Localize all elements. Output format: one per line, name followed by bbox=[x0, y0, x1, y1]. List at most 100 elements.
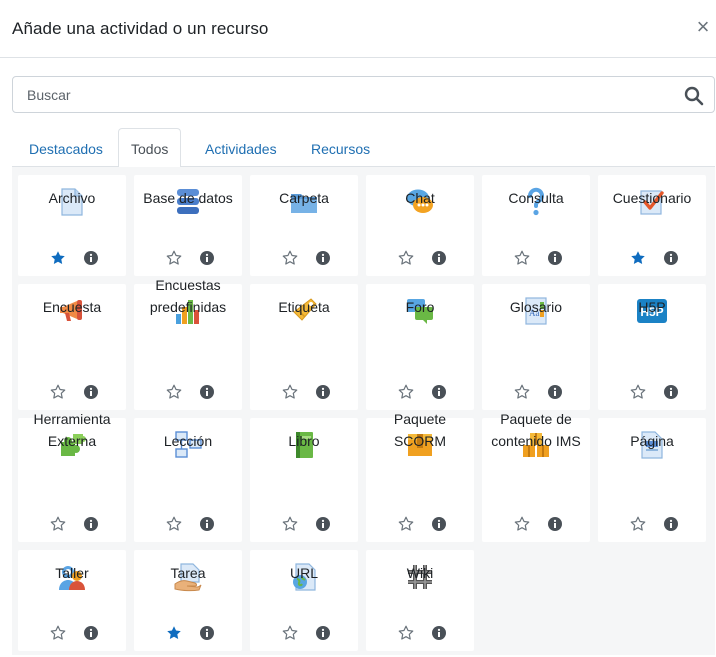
module-actions bbox=[134, 250, 242, 266]
module-card-foro[interactable]: Foro bbox=[366, 284, 474, 410]
close-button[interactable]: × bbox=[693, 16, 713, 40]
module-card-leccion[interactable]: Lección bbox=[134, 418, 242, 542]
info-icon[interactable] bbox=[200, 385, 214, 399]
info-icon[interactable] bbox=[548, 385, 562, 399]
module-actions bbox=[598, 384, 706, 400]
star-outline-icon[interactable] bbox=[166, 516, 182, 532]
module-name: Tarea bbox=[170, 565, 206, 581]
tab-destacados[interactable]: Destacados bbox=[16, 128, 116, 167]
module-name: Consulta bbox=[508, 190, 564, 206]
star-outline-icon[interactable] bbox=[630, 384, 646, 400]
info-icon[interactable] bbox=[664, 251, 678, 265]
info-icon[interactable] bbox=[200, 251, 214, 265]
star-outline-icon[interactable] bbox=[514, 384, 530, 400]
module-actions bbox=[18, 250, 126, 266]
info-icon[interactable] bbox=[432, 517, 446, 531]
module-card-cuestionario[interactable]: Cuestionario bbox=[598, 175, 706, 276]
module-card-taller[interactable]: Taller bbox=[18, 550, 126, 651]
module-card-glosario[interactable]: Aa Glosario bbox=[482, 284, 590, 410]
info-icon[interactable] bbox=[316, 385, 330, 399]
module-actions bbox=[598, 250, 706, 266]
star-outline-icon[interactable] bbox=[166, 250, 182, 266]
star-outline-icon[interactable] bbox=[50, 516, 66, 532]
star-outline-icon[interactable] bbox=[514, 516, 530, 532]
info-icon[interactable] bbox=[664, 517, 678, 531]
info-icon[interactable] bbox=[316, 626, 330, 640]
info-icon[interactable] bbox=[200, 626, 214, 640]
star-outline-icon[interactable] bbox=[398, 384, 414, 400]
module-name: Archivo bbox=[48, 190, 96, 206]
star-filled-icon[interactable] bbox=[630, 250, 646, 266]
module-actions bbox=[250, 516, 358, 532]
info-icon[interactable] bbox=[664, 385, 678, 399]
info-icon[interactable] bbox=[84, 626, 98, 640]
star-outline-icon[interactable] bbox=[282, 384, 298, 400]
module-card-tarea[interactable]: Tarea bbox=[134, 550, 242, 651]
module-card-encuestas-predefinidas[interactable]: Encuestas predefinidas bbox=[134, 277, 242, 410]
info-icon[interactable] bbox=[84, 385, 98, 399]
star-outline-icon[interactable] bbox=[398, 625, 414, 641]
activity-chooser-dialog: Añade una actividad o un recurso × Desta… bbox=[0, 0, 716, 657]
module-name: Herramienta Externa bbox=[33, 411, 111, 449]
module-actions bbox=[366, 384, 474, 400]
search-box bbox=[12, 76, 715, 113]
module-card-archivo[interactable]: Archivo bbox=[18, 175, 126, 276]
module-card-consulta[interactable]: Consulta bbox=[482, 175, 590, 276]
module-name: Libro bbox=[288, 433, 320, 449]
module-card-chat[interactable]: Chat bbox=[366, 175, 474, 276]
module-card-wiki[interactable]: Wiki bbox=[366, 550, 474, 651]
module-actions bbox=[482, 384, 590, 400]
module-name: Página bbox=[630, 433, 674, 449]
star-filled-icon[interactable] bbox=[166, 625, 182, 641]
star-outline-icon[interactable] bbox=[50, 384, 66, 400]
module-actions bbox=[18, 516, 126, 532]
module-card-paquete-scorm[interactable]: Paquete SCORM bbox=[366, 411, 474, 542]
star-outline-icon[interactable] bbox=[630, 516, 646, 532]
module-actions bbox=[482, 250, 590, 266]
star-filled-icon[interactable] bbox=[50, 250, 66, 266]
info-icon[interactable] bbox=[432, 385, 446, 399]
star-outline-icon[interactable] bbox=[166, 384, 182, 400]
module-actions bbox=[134, 384, 242, 400]
module-card-herramienta-externa[interactable]: Herramienta Externa bbox=[18, 411, 126, 542]
tab-bar: Destacados Todos Actividades Recursos bbox=[12, 128, 715, 168]
module-card-carpeta[interactable]: Carpeta bbox=[250, 175, 358, 276]
tab-todos[interactable]: Todos bbox=[118, 128, 182, 168]
module-name: Foro bbox=[405, 299, 435, 315]
star-outline-icon[interactable] bbox=[514, 250, 530, 266]
star-outline-icon[interactable] bbox=[282, 516, 298, 532]
module-actions bbox=[134, 516, 242, 532]
info-icon[interactable] bbox=[432, 251, 446, 265]
info-icon[interactable] bbox=[200, 517, 214, 531]
star-outline-icon[interactable] bbox=[282, 250, 298, 266]
module-card-paquete-de-contenido-ims[interactable]: Paquete de contenido IMS bbox=[482, 411, 590, 542]
module-actions bbox=[134, 625, 242, 641]
module-card-etiqueta[interactable]: Etiqueta bbox=[250, 284, 358, 410]
search-input[interactable] bbox=[13, 77, 673, 112]
star-outline-icon[interactable] bbox=[398, 516, 414, 532]
module-name: URL bbox=[289, 565, 318, 581]
module-name: Glosario bbox=[509, 299, 563, 315]
module-card-url[interactable]: URL bbox=[250, 550, 358, 651]
star-outline-icon[interactable] bbox=[282, 625, 298, 641]
module-card-h5p[interactable]: H5P H5P bbox=[598, 284, 706, 410]
star-outline-icon[interactable] bbox=[398, 250, 414, 266]
module-actions bbox=[250, 250, 358, 266]
info-icon[interactable] bbox=[84, 251, 98, 265]
info-icon[interactable] bbox=[548, 517, 562, 531]
info-icon[interactable] bbox=[84, 517, 98, 531]
module-card-pagina[interactable]: Página bbox=[598, 418, 706, 542]
module-card-libro[interactable]: Libro bbox=[250, 418, 358, 542]
module-card-base-de-datos[interactable]: Base de datos bbox=[134, 175, 242, 276]
module-card-encuesta[interactable]: Encuesta bbox=[18, 284, 126, 410]
module-name: Encuestas predefinidas bbox=[149, 277, 227, 315]
info-icon[interactable] bbox=[316, 251, 330, 265]
module-name: Paquete de contenido IMS bbox=[491, 411, 581, 449]
search-icon[interactable] bbox=[684, 86, 704, 106]
tab-recursos[interactable]: Recursos bbox=[298, 128, 383, 167]
info-icon[interactable] bbox=[432, 626, 446, 640]
star-outline-icon[interactable] bbox=[50, 625, 66, 641]
tab-actividades[interactable]: Actividades bbox=[192, 128, 290, 167]
info-icon[interactable] bbox=[316, 517, 330, 531]
info-icon[interactable] bbox=[548, 251, 562, 265]
